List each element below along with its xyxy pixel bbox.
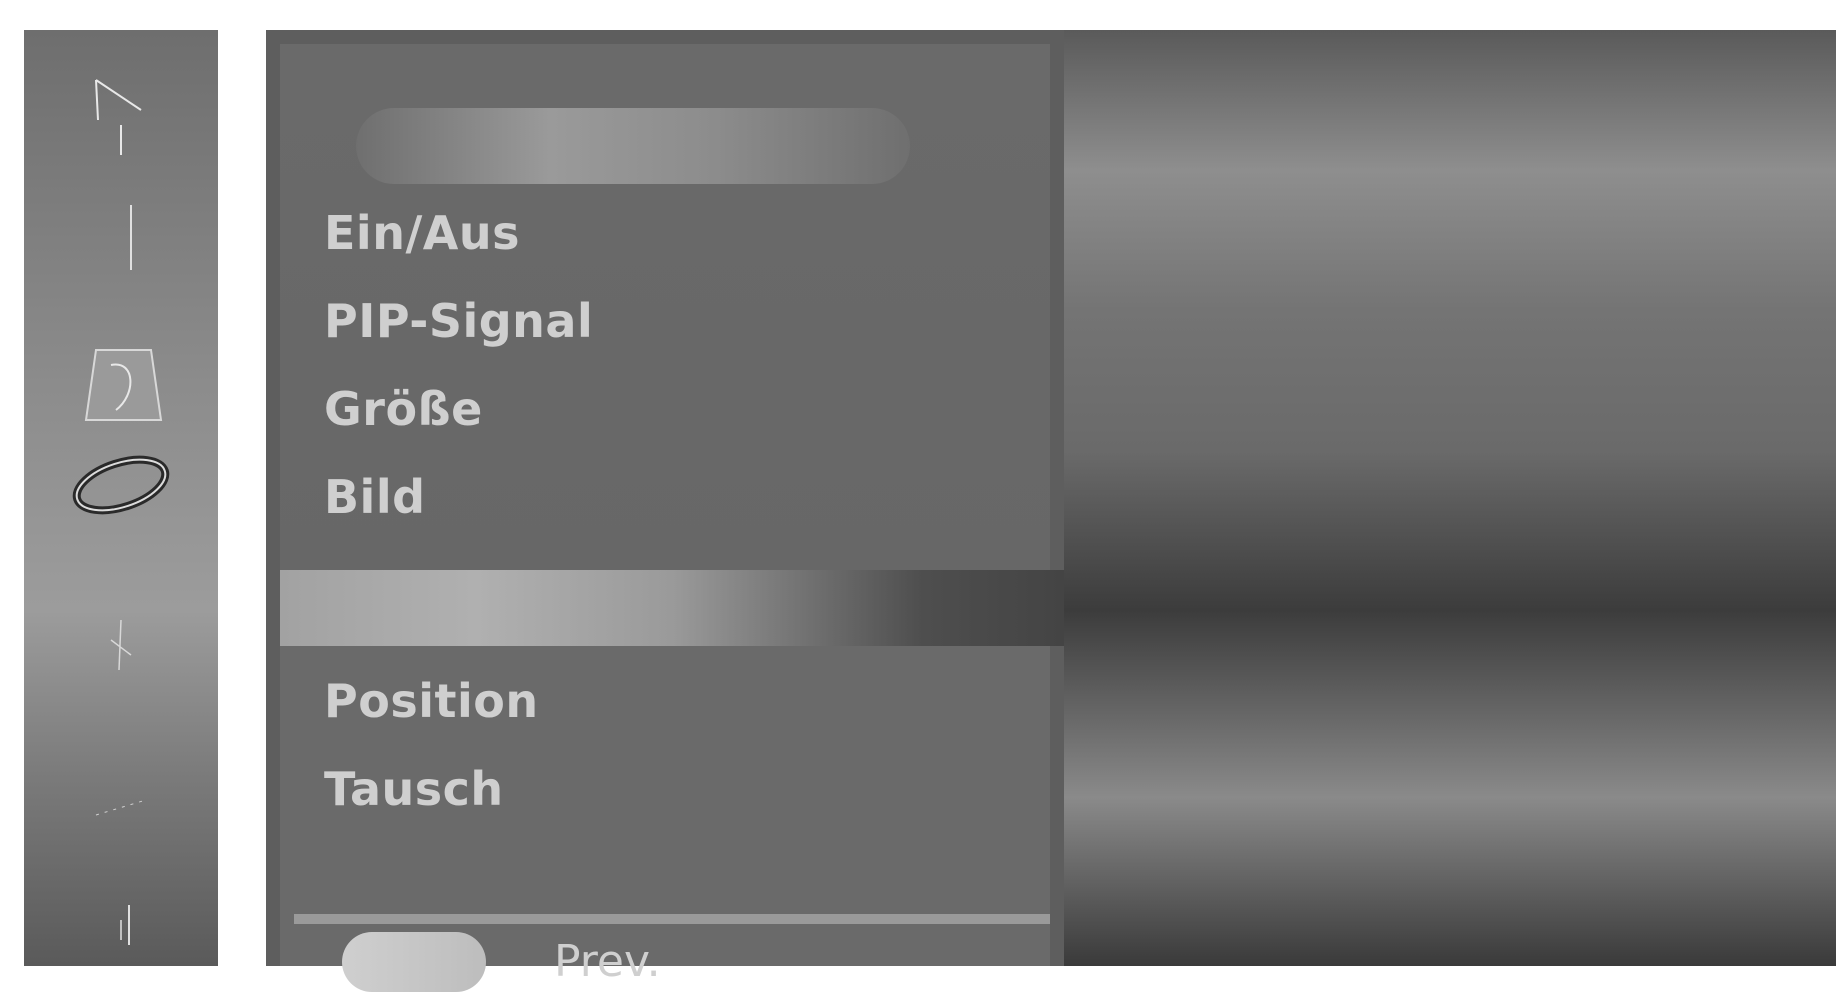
prev-label: Prev. [554,936,661,987]
menu-item-ein-aus[interactable]: Ein/Aus [324,206,520,260]
clock-icon[interactable] [24,590,218,700]
prev-button[interactable] [342,932,486,992]
sidebar-menu [24,30,218,966]
bar-icon[interactable] [24,870,218,980]
menu-title-pill [356,108,910,184]
menu-top-section: Ein/Aus PIP-Signal Größe Bild [280,44,1050,570]
antenna-icon[interactable] [24,60,218,170]
footer-divider [294,914,1050,924]
picture-icon[interactable] [24,330,218,440]
selection-highlight-bar[interactable] [280,570,1064,646]
ellipse-icon[interactable] [24,430,218,540]
menu-item-bild[interactable]: Bild [324,470,426,524]
menu-item-pip-signal[interactable]: PIP-Signal [324,294,593,348]
line-icon[interactable] [24,180,218,290]
menu-item-position[interactable]: Position [324,674,539,728]
dots-icon[interactable] [24,750,218,860]
menu-item-groesse[interactable]: Größe [324,382,483,436]
pip-menu-panel: Ein/Aus PIP-Signal Größe Bild Position T… [266,30,1064,992]
preview-area [1064,30,1836,966]
menu-item-tausch[interactable]: Tausch [324,762,504,816]
